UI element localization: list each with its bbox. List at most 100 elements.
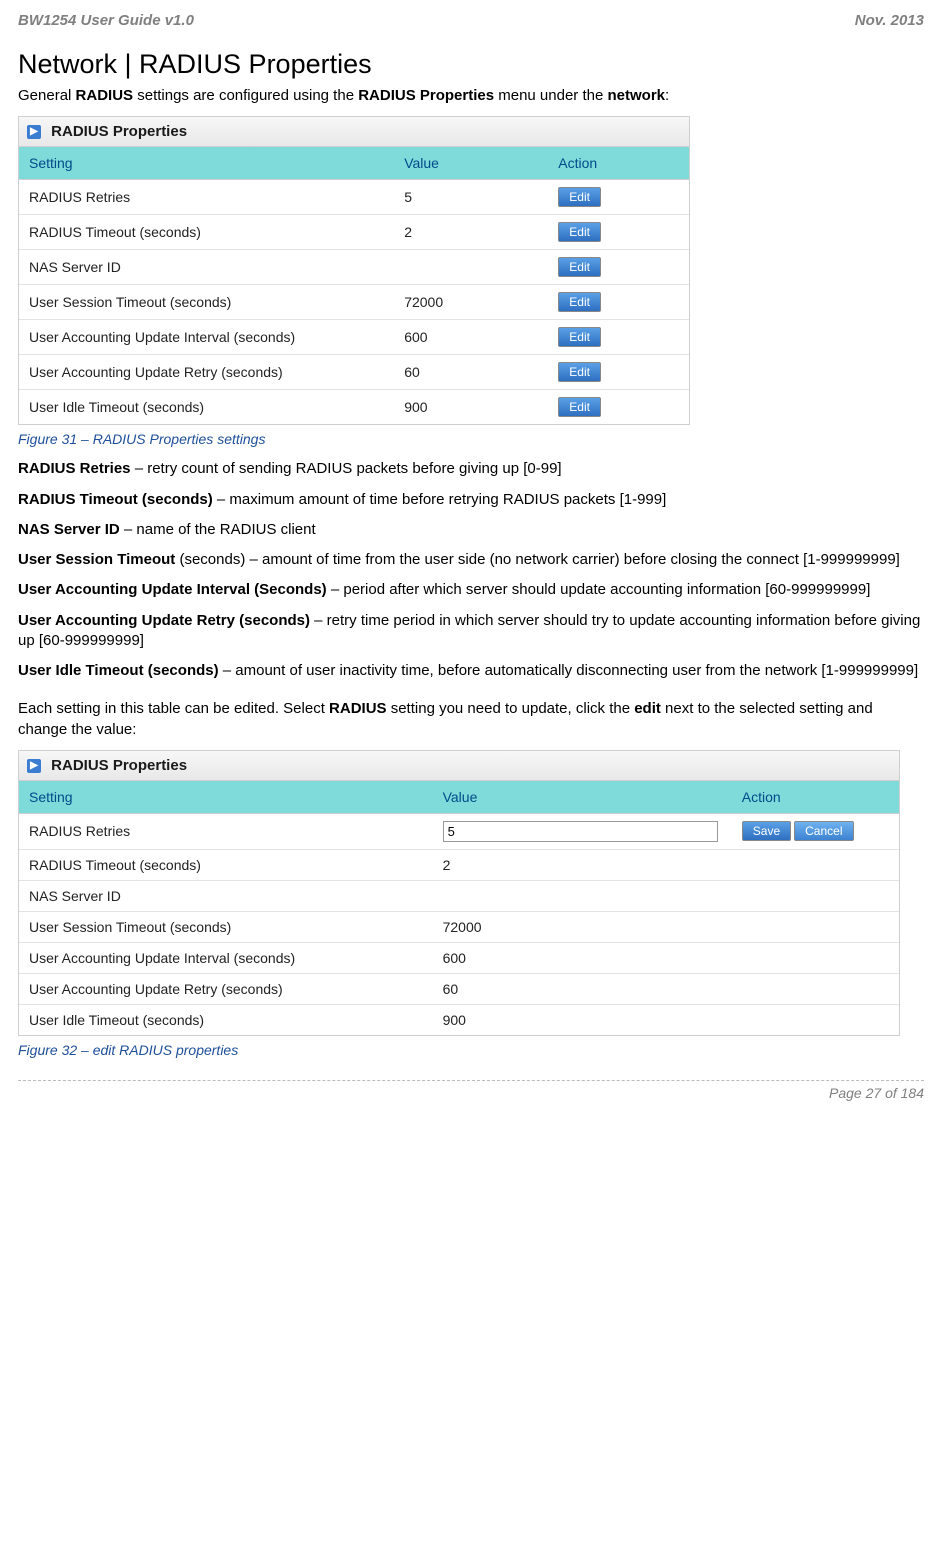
setting-cell: User Idle Timeout (seconds)	[19, 1004, 433, 1035]
value-cell: 2	[433, 849, 732, 880]
radius-properties-panel-edit: ▶ RADIUS Properties Setting Value Action…	[18, 750, 900, 1036]
setting-cell: RADIUS Timeout (seconds)	[19, 215, 394, 250]
action-cell	[732, 911, 899, 942]
value-cell: 72000	[394, 285, 548, 320]
definition-term: RADIUS Retries	[18, 460, 131, 477]
edit-button[interactable]: Edit	[558, 257, 601, 277]
setting-cell: User Session Timeout (seconds)	[19, 911, 433, 942]
value-input[interactable]	[443, 821, 718, 842]
action-cell: Edit	[548, 180, 689, 215]
edit-instructions: Each setting in this table can be edited…	[18, 699, 924, 740]
action-cell	[732, 1004, 899, 1035]
arrow-right-icon: ▶	[27, 759, 41, 773]
col-value: Value	[394, 147, 548, 180]
definition-item: User Idle Timeout (seconds) – amount of …	[18, 661, 924, 681]
definition-item: User Accounting Update Interval (Seconds…	[18, 580, 924, 600]
setting-cell: User Accounting Update Retry (seconds)	[19, 973, 433, 1004]
arrow-right-icon: ▶	[27, 125, 41, 139]
panel-title: RADIUS Properties	[51, 757, 187, 774]
action-cell: Edit	[548, 250, 689, 285]
table-row: User Idle Timeout (seconds)900	[19, 1004, 899, 1035]
table-row: User Accounting Update Retry (seconds)60	[19, 973, 899, 1004]
edit-button[interactable]: Edit	[558, 327, 601, 347]
table-row: NAS Server ID Edit	[19, 250, 689, 285]
table-row: User Session Timeout (seconds)72000 Edit	[19, 285, 689, 320]
definition-term: User Accounting Update Interval (Seconds…	[18, 581, 327, 598]
definition-item: User Accounting Update Retry (seconds) –…	[18, 611, 924, 652]
value-cell: 60	[433, 973, 732, 1004]
action-cell: Edit	[548, 285, 689, 320]
radius-properties-panel-view: ▶ RADIUS Properties Setting Value Action…	[18, 116, 690, 425]
setting-cell: User Accounting Update Interval (seconds…	[19, 320, 394, 355]
value-cell: 72000	[433, 911, 732, 942]
value-cell	[433, 813, 732, 849]
definition-term: User Session Timeout	[18, 551, 175, 568]
definition-desc: (seconds) – amount of time from the user…	[175, 551, 900, 568]
setting-cell: User Accounting Update Retry (seconds)	[19, 355, 394, 390]
action-cell	[732, 849, 899, 880]
definitions-block: RADIUS Retries – retry count of sending …	[18, 459, 924, 681]
action-cell	[732, 973, 899, 1004]
definition-desc: – maximum amount of time before retrying…	[213, 491, 667, 508]
value-cell	[433, 880, 732, 911]
action-cell: Edit	[548, 320, 689, 355]
value-cell	[394, 250, 548, 285]
action-cell: Edit	[548, 390, 689, 425]
value-cell: 600	[394, 320, 548, 355]
save-button[interactable]: Save	[742, 821, 791, 841]
table-row: RADIUS RetriesSaveCancel	[19, 813, 899, 849]
definition-term: RADIUS Timeout (seconds)	[18, 491, 213, 508]
table-row: RADIUS Timeout (seconds)2 Edit	[19, 215, 689, 250]
col-setting: Setting	[19, 781, 433, 814]
page-title: Network | RADIUS Properties	[18, 49, 924, 80]
setting-cell: RADIUS Retries	[19, 180, 394, 215]
setting-cell: User Idle Timeout (seconds)	[19, 390, 394, 425]
action-cell	[732, 942, 899, 973]
col-setting: Setting	[19, 147, 394, 180]
table-row: User Session Timeout (seconds)72000	[19, 911, 899, 942]
setting-cell: User Accounting Update Interval (seconds…	[19, 942, 433, 973]
definition-desc: – name of the RADIUS client	[120, 521, 316, 538]
action-cell: Edit	[548, 215, 689, 250]
figure-caption-32: Figure 32 – edit RADIUS properties	[18, 1042, 924, 1058]
value-cell: 900	[394, 390, 548, 425]
table-row: RADIUS Retries5Edit	[19, 180, 689, 215]
doc-title-left: BW1254 User Guide v1.0	[18, 12, 194, 29]
definition-term: User Accounting Update Retry (seconds)	[18, 612, 310, 629]
intro-paragraph: General RADIUS settings are configured u…	[18, 86, 924, 106]
value-cell: 600	[433, 942, 732, 973]
panel-header: ▶ RADIUS Properties	[19, 751, 899, 781]
edit-button[interactable]: Edit	[558, 187, 601, 207]
setting-cell: User Session Timeout (seconds)	[19, 285, 394, 320]
value-cell: 2	[394, 215, 548, 250]
col-action: Action	[732, 781, 899, 814]
page-footer: Page 27 of 184	[18, 1080, 924, 1101]
page-number: Page 27 of 184	[829, 1085, 924, 1101]
table-row: User Accounting Update Interval (seconds…	[19, 320, 689, 355]
edit-button[interactable]: Edit	[558, 292, 601, 312]
figure-caption-31: Figure 31 – RADIUS Properties settings	[18, 431, 924, 447]
col-action: Action	[548, 147, 689, 180]
action-cell	[732, 880, 899, 911]
edit-button[interactable]: Edit	[558, 222, 601, 242]
setting-cell: NAS Server ID	[19, 250, 394, 285]
doc-header: BW1254 User Guide v1.0 Nov. 2013	[18, 12, 924, 29]
table-row: RADIUS Timeout (seconds)2	[19, 849, 899, 880]
definition-item: RADIUS Retries – retry count of sending …	[18, 459, 924, 479]
table-row: User Accounting Update Retry (seconds)60…	[19, 355, 689, 390]
definition-desc: – period after which server should updat…	[327, 581, 871, 598]
cancel-button[interactable]: Cancel	[794, 821, 853, 841]
settings-table-edit: Setting Value Action RADIUS RetriesSaveC…	[19, 781, 899, 1035]
edit-button[interactable]: Edit	[558, 362, 601, 382]
definition-desc: – retry count of sending RADIUS packets …	[131, 460, 562, 477]
action-cell: Edit	[548, 355, 689, 390]
table-row: User Idle Timeout (seconds)900 Edit	[19, 390, 689, 425]
action-cell: SaveCancel	[732, 813, 899, 849]
definition-item: RADIUS Timeout (seconds) – maximum amoun…	[18, 490, 924, 510]
edit-button[interactable]: Edit	[558, 397, 601, 417]
setting-cell: RADIUS Timeout (seconds)	[19, 849, 433, 880]
setting-cell: NAS Server ID	[19, 880, 433, 911]
definition-term: NAS Server ID	[18, 521, 120, 538]
doc-date-right: Nov. 2013	[855, 12, 924, 29]
col-value: Value	[433, 781, 732, 814]
